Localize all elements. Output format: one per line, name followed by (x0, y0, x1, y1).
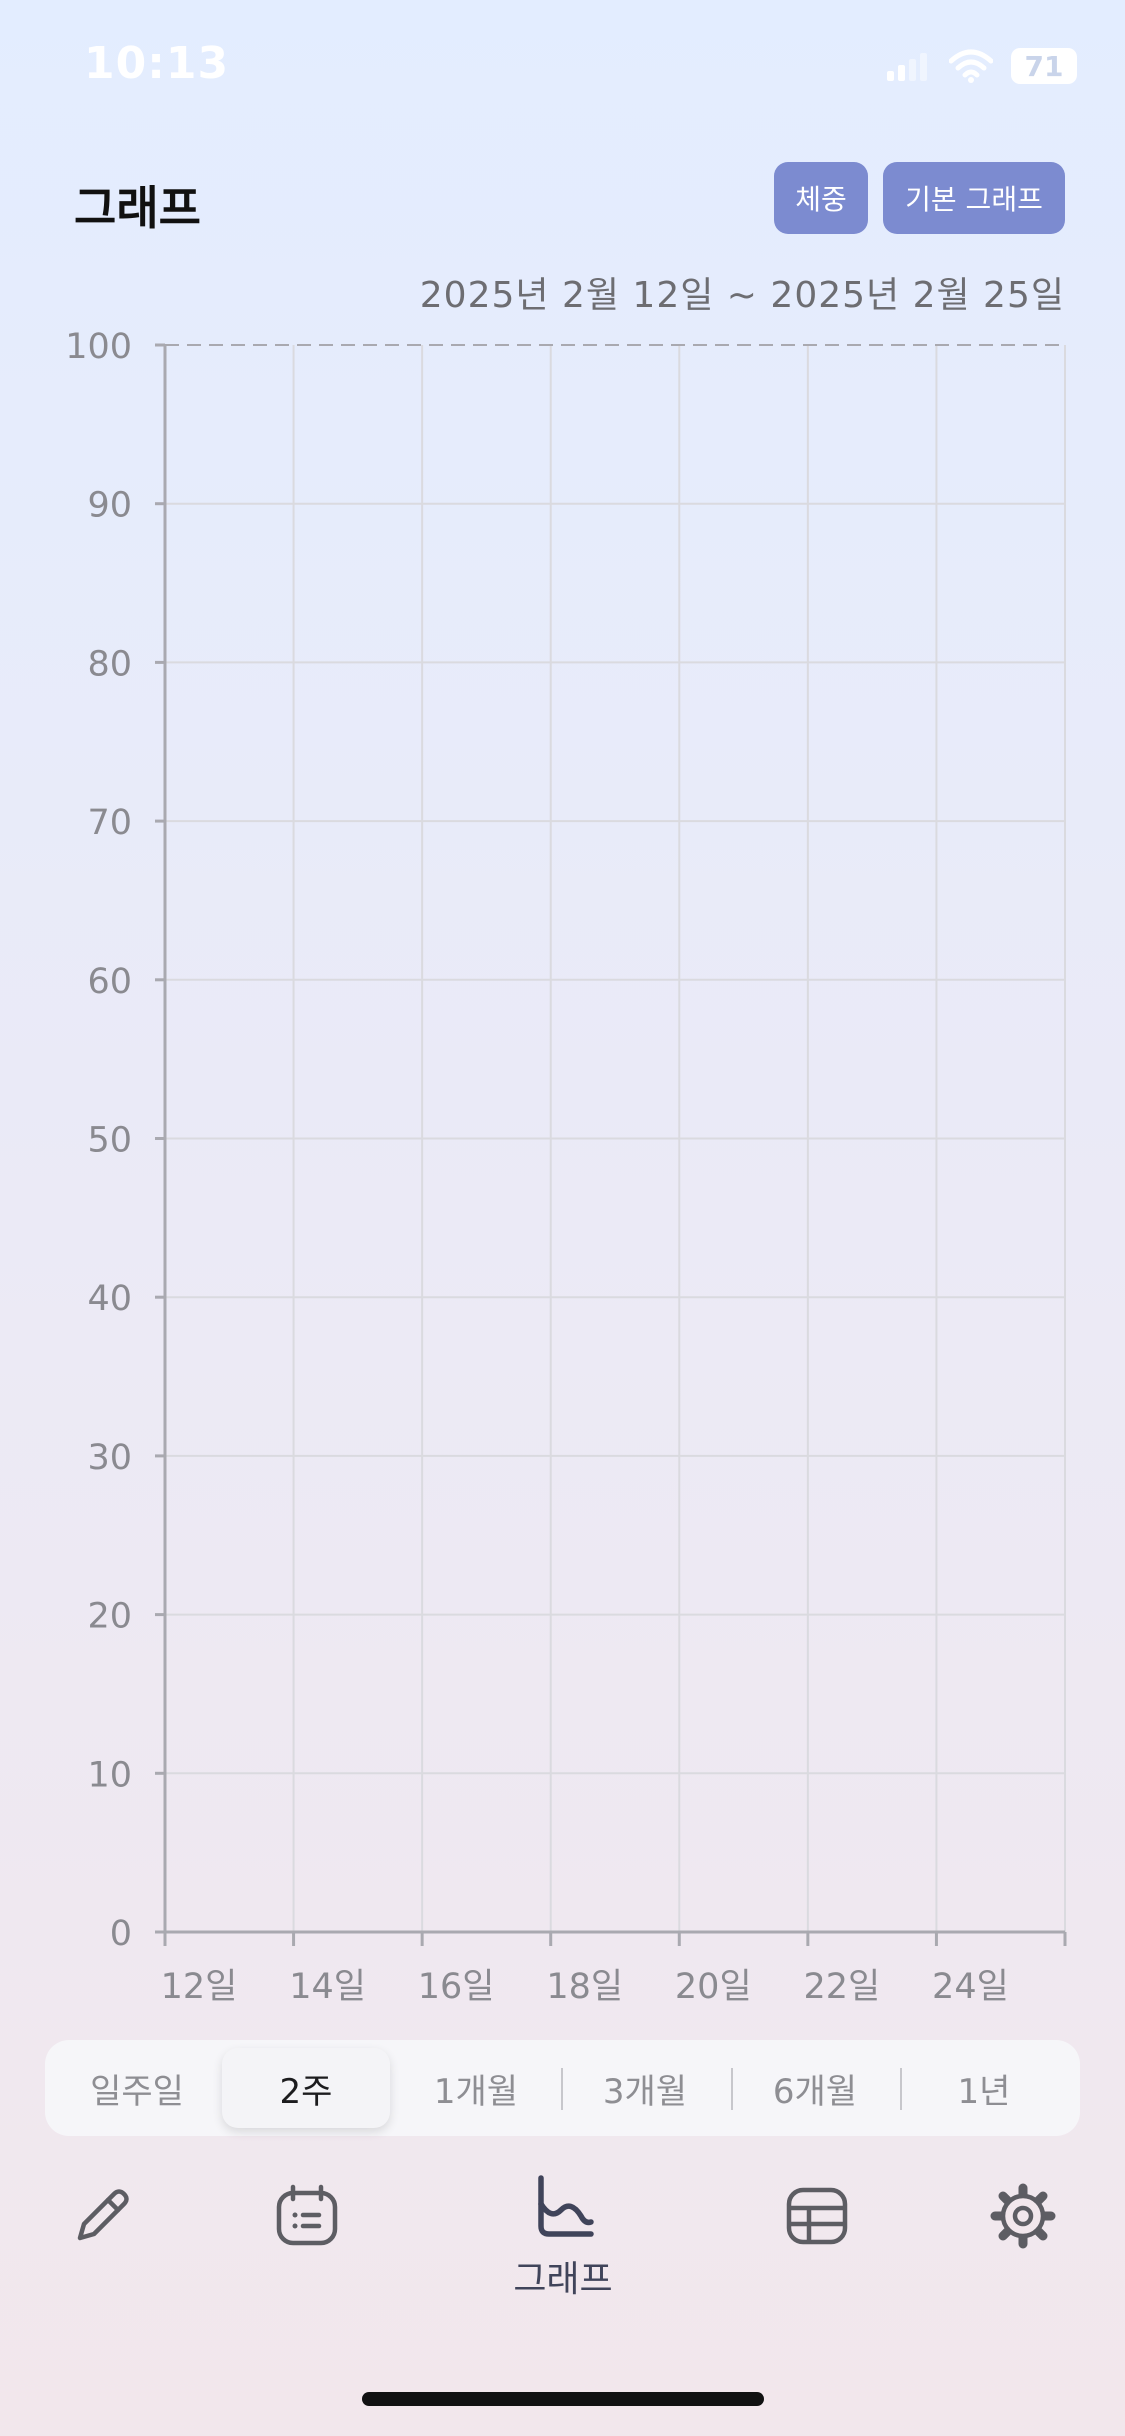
table-icon (786, 2187, 848, 2245)
x-tick-label: 22일 (803, 1967, 880, 2007)
y-tick-label: 40 (87, 1279, 132, 1319)
pencil-icon (77, 2189, 129, 2241)
y-tick-label: 10 (87, 1755, 132, 1795)
x-tick-label: 12일 (161, 1967, 238, 2007)
y-tick-label: 20 (87, 1597, 132, 1637)
calendar-icon (276, 2184, 338, 2246)
tab-graph-label: 그래프 (513, 2259, 613, 2300)
y-tick-label: 0 (110, 1914, 132, 1954)
x-tick-label: 16일 (418, 1967, 495, 2007)
y-tick-label: 30 (87, 1438, 132, 1478)
period-option-1-month[interactable]: 1개월 (392, 2048, 560, 2128)
weight-chart: 0 10 20 30 40 50 60 70 80 90 100 12일 14일 16일 18일 20일 22일… (65, 327, 1067, 2007)
gear-icon (990, 2183, 1056, 2249)
period-selector: 일주일 2주 1개월 3개월 6개월 1년 (45, 2040, 1080, 2136)
period-option-1-week[interactable]: 일주일 (53, 2048, 221, 2128)
y-tick-label: 60 (87, 962, 132, 1002)
graph-icon (538, 2175, 594, 2237)
period-option-6-months[interactable]: 6개월 (731, 2048, 899, 2128)
period-option-1-year[interactable]: 1년 (900, 2048, 1068, 2128)
tab-record[interactable] (42, 2180, 162, 2252)
period-option-3-months[interactable]: 3개월 (561, 2048, 729, 2128)
tab-calendar[interactable] (247, 2180, 367, 2252)
y-tick-label: 70 (87, 803, 132, 843)
y-tick-label: 50 (87, 1121, 132, 1161)
period-option-2-weeks[interactable]: 2주 (222, 2048, 390, 2128)
y-tick-label: 90 (87, 486, 132, 526)
y-tick-label: 80 (87, 644, 132, 684)
tab-settings[interactable] (963, 2180, 1083, 2252)
tab-table[interactable] (757, 2180, 877, 2252)
home-indicator (362, 2392, 764, 2406)
x-tick-label: 20일 (675, 1967, 752, 2007)
x-tick-label: 14일 (289, 1967, 366, 2007)
y-tick-label: 100 (65, 327, 132, 367)
tab-graph[interactable]: 그래프 (503, 2170, 623, 2302)
x-tick-label: 18일 (546, 1967, 623, 2007)
x-tick-label: 24일 (932, 1967, 1009, 2007)
